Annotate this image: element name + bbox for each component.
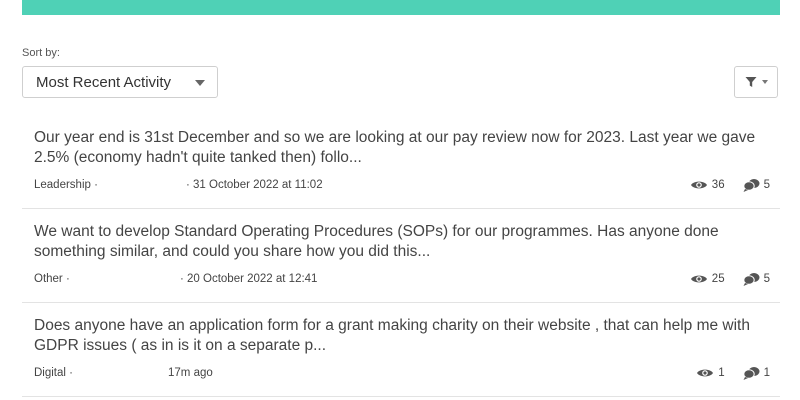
post-category[interactable]: Digital ·: [34, 367, 73, 379]
speech-bubbles-icon: [742, 367, 760, 380]
views-count: 1: [718, 367, 725, 379]
chevron-down-icon: [761, 80, 768, 84]
sort-select[interactable]: Most Recent Activity: [22, 66, 218, 98]
filter-button[interactable]: [734, 66, 778, 98]
replies-count: 5: [763, 179, 770, 191]
top-accent-bar: [22, 0, 780, 15]
post-date: 17m ago: [168, 367, 213, 379]
views-stat: 1: [696, 367, 725, 379]
post-list-item[interactable]: Does anyone have an application form for…: [22, 303, 780, 397]
post-stats: 1 1: [696, 366, 770, 380]
post-date: · 20 October 2022 at 12:41: [180, 273, 318, 285]
replies-stat: 1: [742, 366, 770, 380]
views-count: 25: [711, 273, 725, 285]
speech-bubbles-icon: [742, 179, 760, 192]
views-count: 36: [711, 179, 725, 191]
replies-count: 5: [763, 273, 770, 285]
post-category[interactable]: Other ·: [34, 273, 70, 285]
post-stats: 36 5: [690, 178, 770, 192]
views-stat: 25: [690, 273, 725, 285]
replies-stat: 5: [742, 272, 770, 286]
post-meta: Digital · 17m ago 1 1: [34, 367, 770, 383]
sort-by-label: Sort by:: [22, 47, 60, 59]
post-category[interactable]: Leadership ·: [34, 179, 98, 191]
post-stats: 25 5: [690, 272, 770, 286]
chevron-down-icon: [195, 80, 205, 86]
post-meta: Other · · 20 October 2022 at 12:41 25 5: [34, 273, 770, 289]
eye-icon: [690, 181, 707, 189]
eye-icon: [697, 369, 714, 377]
post-excerpt[interactable]: Does anyone have an application form for…: [34, 316, 764, 356]
speech-bubbles-icon: [742, 273, 760, 286]
post-list-item[interactable]: Our year end is 31st December and so we …: [22, 115, 780, 209]
post-excerpt[interactable]: We want to develop Standard Operating Pr…: [34, 222, 764, 262]
filter-icon: [745, 77, 756, 87]
post-excerpt[interactable]: Our year end is 31st December and so we …: [34, 128, 764, 168]
views-stat: 36: [690, 179, 725, 191]
eye-icon: [690, 275, 707, 283]
post-list-item[interactable]: We want to develop Standard Operating Pr…: [22, 209, 780, 303]
replies-count: 1: [763, 367, 770, 379]
sort-select-value: Most Recent Activity: [36, 73, 172, 91]
post-meta: Leadership · · 31 October 2022 at 11:02 …: [34, 179, 770, 195]
replies-stat: 5: [742, 178, 770, 192]
post-date: · 31 October 2022 at 11:02: [186, 179, 323, 191]
